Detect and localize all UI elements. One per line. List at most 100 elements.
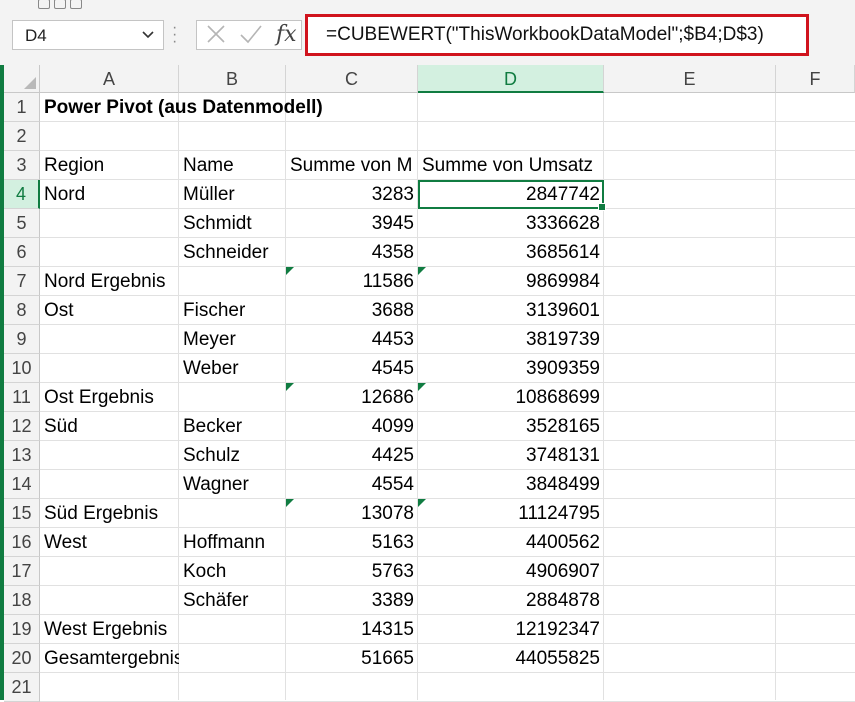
- table-cell-region[interactable]: Ost: [40, 296, 179, 325]
- sheet-title-cell[interactable]: Power Pivot (aus Datenmodell): [40, 93, 323, 122]
- table-cell-value-c[interactable]: 51665: [286, 644, 418, 673]
- header-cell-sum-m[interactable]: Summe von M: [286, 151, 418, 180]
- error-indicator-icon[interactable]: [286, 267, 294, 275]
- row-header-9[interactable]: 9: [4, 325, 40, 354]
- table-cell-value-c[interactable]: 3688: [286, 296, 418, 325]
- fill-handle[interactable]: [598, 203, 606, 211]
- table-cell-value-d[interactable]: 3848499: [418, 470, 604, 499]
- table-cell-region[interactable]: West: [40, 528, 179, 557]
- table-cell-value-c[interactable]: 13078: [286, 499, 418, 528]
- table-cell-value-c[interactable]: 4545: [286, 354, 418, 383]
- table-cell-value-c[interactable]: 4425: [286, 441, 418, 470]
- table-cell-region[interactable]: West Ergebnis: [40, 615, 179, 644]
- table-cell-value-d[interactable]: 3819739: [418, 325, 604, 354]
- table-cell-name[interactable]: Becker: [179, 412, 286, 441]
- close-icon[interactable]: [205, 23, 227, 51]
- table-cell-value-c[interactable]: 3283: [286, 180, 418, 209]
- table-cell-name[interactable]: Schäfer: [179, 586, 286, 615]
- error-indicator-icon[interactable]: [286, 499, 294, 507]
- column-header-e[interactable]: E: [604, 65, 776, 93]
- check-icon[interactable]: [239, 23, 263, 51]
- row-header-10[interactable]: 10: [4, 354, 40, 383]
- table-cell-value-c[interactable]: 4554: [286, 470, 418, 499]
- table-cell-value-d[interactable]: 12192347: [418, 615, 604, 644]
- table-cell-value-d[interactable]: 4906907: [418, 557, 604, 586]
- table-cell-name[interactable]: Hoffmann: [179, 528, 286, 557]
- drag-handle-icon[interactable]: · · ·: [172, 20, 178, 50]
- name-box[interactable]: D4: [12, 20, 164, 50]
- column-header-c[interactable]: C: [286, 65, 418, 93]
- table-cell-value-d[interactable]: 3336628: [418, 209, 604, 238]
- row-header-20[interactable]: 20: [4, 644, 40, 673]
- table-cell-name[interactable]: Müller: [179, 180, 286, 209]
- row-header-16[interactable]: 16: [4, 528, 40, 557]
- column-header-b[interactable]: B: [179, 65, 286, 93]
- table-cell-region[interactable]: Süd: [40, 412, 179, 441]
- row-header-13[interactable]: 13: [4, 441, 40, 470]
- table-cell-region[interactable]: Süd Ergebnis: [40, 499, 179, 528]
- row-header-2[interactable]: 2: [4, 122, 40, 151]
- insert-function-button[interactable]: fx: [276, 22, 297, 47]
- header-cell-name[interactable]: Name: [179, 151, 286, 180]
- table-cell-name[interactable]: Wagner: [179, 470, 286, 499]
- table-cell-value-c[interactable]: 4099: [286, 412, 418, 441]
- row-header-3[interactable]: 3: [4, 151, 40, 180]
- table-cell-name[interactable]: Meyer: [179, 325, 286, 354]
- table-cell-value-c[interactable]: 14315: [286, 615, 418, 644]
- table-cell-value-d[interactable]: 3528165: [418, 412, 604, 441]
- row-header-8[interactable]: 8: [4, 296, 40, 325]
- row-header-7[interactable]: 7: [4, 267, 40, 296]
- active-cell-selection[interactable]: [418, 180, 606, 211]
- column-header-d[interactable]: D: [418, 65, 604, 93]
- table-cell-value-d[interactable]: 3139601: [418, 296, 604, 325]
- row-header-6[interactable]: 6: [4, 238, 40, 267]
- table-cell-region[interactable]: Ost Ergebnis: [40, 383, 179, 412]
- table-cell-value-c[interactable]: 4358: [286, 238, 418, 267]
- row-header-12[interactable]: 12: [4, 412, 40, 441]
- table-cell-name[interactable]: Koch: [179, 557, 286, 586]
- table-cell-value-d[interactable]: 4400562: [418, 528, 604, 557]
- table-cell-value-d[interactable]: 10868699: [418, 383, 604, 412]
- table-cell-name[interactable]: Schneider: [179, 238, 286, 267]
- table-cell-name[interactable]: Schmidt: [179, 209, 286, 238]
- table-cell-value-d[interactable]: 44055825: [418, 644, 604, 673]
- row-header-19[interactable]: 19: [4, 615, 40, 644]
- table-cell-value-d[interactable]: 3748131: [418, 441, 604, 470]
- row-header-21[interactable]: 21: [4, 673, 40, 702]
- row-header-5[interactable]: 5: [4, 209, 40, 238]
- table-cell-region[interactable]: Nord: [40, 180, 179, 209]
- row-header-4[interactable]: 4: [4, 180, 40, 209]
- table-cell-region[interactable]: Nord Ergebnis: [40, 267, 179, 296]
- table-cell-value-d[interactable]: 9869984: [418, 267, 604, 296]
- table-cell-value-d[interactable]: 3685614: [418, 238, 604, 267]
- table-cell-value-c[interactable]: 4453: [286, 325, 418, 354]
- table-cell-name[interactable]: Weber: [179, 354, 286, 383]
- table-cell-value-d[interactable]: 3909359: [418, 354, 604, 383]
- header-cell-sum-umsatz[interactable]: Summe von Umsatz: [418, 151, 604, 180]
- column-header-f[interactable]: F: [776, 65, 855, 93]
- select-all-button[interactable]: [4, 65, 40, 93]
- table-cell-value-c[interactable]: 5763: [286, 557, 418, 586]
- error-indicator-icon[interactable]: [286, 383, 294, 391]
- table-cell-value-c[interactable]: 5163: [286, 528, 418, 557]
- formula-text[interactable]: =CUBEWERT("ThisWorkbookDataModel";$B4;D$…: [326, 24, 764, 46]
- row-header-11[interactable]: 11: [4, 383, 40, 412]
- formula-input[interactable]: =CUBEWERT("ThisWorkbookDataModel";$B4;D$…: [305, 14, 809, 56]
- error-indicator-icon[interactable]: [418, 499, 426, 507]
- row-header-14[interactable]: 14: [4, 470, 40, 499]
- row-header-1[interactable]: 1: [4, 93, 40, 122]
- row-header-18[interactable]: 18: [4, 586, 40, 615]
- table-cell-value-c[interactable]: 3945: [286, 209, 418, 238]
- table-cell-name[interactable]: Fischer: [179, 296, 286, 325]
- row-header-15[interactable]: 15: [4, 499, 40, 528]
- table-cell-value-d[interactable]: 11124795: [418, 499, 604, 528]
- error-indicator-icon[interactable]: [418, 383, 426, 391]
- table-cell-value-c[interactable]: 12686: [286, 383, 418, 412]
- table-cell-name[interactable]: Schulz: [179, 441, 286, 470]
- table-cell-region[interactable]: Gesamtergebnis: [40, 644, 179, 673]
- table-cell-value-c[interactable]: 11586: [286, 267, 418, 296]
- column-header-a[interactable]: A: [40, 65, 179, 93]
- error-indicator-icon[interactable]: [418, 267, 426, 275]
- chevron-down-icon[interactable]: [141, 27, 155, 44]
- table-cell-value-d[interactable]: 2884878: [418, 586, 604, 615]
